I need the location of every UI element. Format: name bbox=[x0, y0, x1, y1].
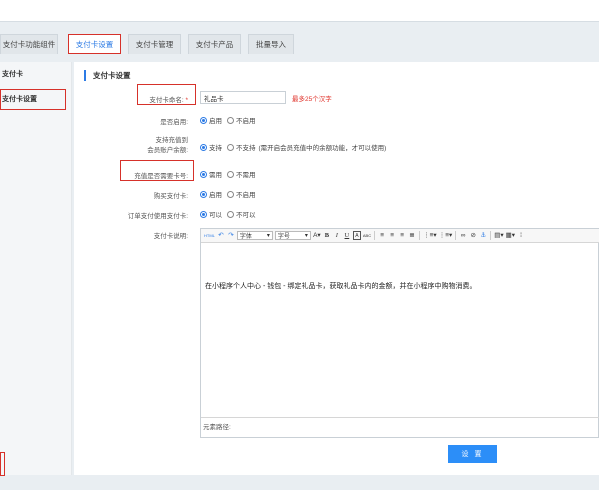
radio-checked-icon bbox=[200, 116, 207, 124]
option-label: 不启用 bbox=[236, 192, 256, 199]
option-label: 可以 bbox=[209, 212, 222, 219]
need-card-no-label: 充值是否需要卡号: bbox=[134, 173, 188, 180]
html-source-icon[interactable]: HTML bbox=[204, 231, 215, 240]
member-recharge-radio-group: 支持 不支持 (需开启会员充值中的余额功能，才可以使用) bbox=[200, 142, 386, 152]
option-label: 启用 bbox=[209, 118, 222, 125]
enabled-label: 是否启用: bbox=[160, 119, 188, 126]
order-pay-label: 订单支付使用支付卡: bbox=[127, 213, 188, 220]
editor-toolbar: HTML ↶ ↷ 字体 ▾ 字号 ▾ A▾ B I U A ABC ≡ ≡ ≡ ≣ … bbox=[201, 229, 599, 243]
undo-icon[interactable]: ↶ bbox=[217, 231, 225, 240]
radio-checked-icon bbox=[200, 210, 207, 218]
font-color-letter: A bbox=[313, 232, 318, 239]
font-family-value: 字体 bbox=[239, 234, 252, 240]
ordered-list-icon[interactable]: ⋮≡▾ bbox=[423, 231, 437, 240]
member-recharge-label: 支持充值到 会员账户余额: bbox=[147, 136, 188, 156]
align-center-icon[interactable]: ≡ bbox=[388, 231, 396, 240]
tab-card-components[interactable]: 支付卡功能组件 bbox=[0, 34, 58, 54]
font-color-icon[interactable]: A▾ bbox=[313, 231, 321, 240]
description-label: 支付卡说明: bbox=[153, 233, 188, 240]
section-title: 支付卡设置 bbox=[84, 70, 131, 81]
enabled-radio-group: 启用 不启用 bbox=[200, 115, 261, 125]
radio-unchecked-icon bbox=[227, 170, 234, 178]
sidebar-item-card[interactable]: 支付卡 bbox=[2, 68, 23, 82]
toolbar-separator bbox=[490, 231, 492, 240]
image-icon[interactable]: ▤▾ bbox=[494, 231, 503, 240]
table-icon[interactable]: ▦▾ bbox=[506, 231, 515, 240]
buy-card-radio-group: 启用 不启用 bbox=[200, 189, 261, 199]
tab-bar: 支付卡功能组件 支付卡设置 支付卡管理 支付卡产品 批量导入 bbox=[0, 34, 599, 54]
anchor-icon[interactable]: ⚓ bbox=[479, 231, 487, 240]
order-pay-option-yes[interactable]: 可以 bbox=[200, 209, 222, 219]
radio-checked-icon bbox=[200, 143, 207, 151]
member-recharge-option-no[interactable]: 不支持 bbox=[227, 142, 256, 152]
member-recharge-label-line1: 支持充值到 bbox=[155, 137, 189, 144]
submit-button[interactable]: 设 置 bbox=[448, 445, 497, 463]
option-label: 支持 bbox=[209, 145, 222, 152]
top-bar bbox=[0, 0, 599, 22]
chevron-down-icon: ▾ bbox=[266, 233, 270, 239]
order-pay-option-no[interactable]: 不可以 bbox=[227, 209, 256, 219]
card-name-label: 支付卡命名: * bbox=[149, 94, 188, 104]
option-label: 启用 bbox=[209, 192, 222, 199]
font-border-icon[interactable]: A bbox=[352, 231, 361, 240]
buy-card-label: 购买支付卡: bbox=[153, 193, 188, 200]
font-size-value: 字号 bbox=[277, 234, 290, 240]
unlink-icon[interactable]: ⊘ bbox=[469, 231, 477, 240]
font-size-select[interactable]: 字号 ▾ bbox=[274, 231, 311, 240]
radio-unchecked-icon bbox=[227, 190, 234, 198]
radio-unchecked-icon bbox=[227, 210, 234, 218]
member-recharge-label-line2: 会员账户余额: bbox=[147, 147, 188, 154]
option-label: 不支持 bbox=[236, 145, 256, 152]
align-justify-icon[interactable]: ≣ bbox=[408, 231, 416, 240]
radio-checked-icon bbox=[200, 170, 207, 178]
need-card-no-radio-group: 需用 不需用 bbox=[200, 169, 261, 179]
radio-unchecked-icon bbox=[227, 143, 234, 151]
card-name-hint: 最多25个汉字 bbox=[292, 96, 332, 103]
enabled-option-no[interactable]: 不启用 bbox=[227, 115, 256, 125]
sidebar-item-card-settings[interactable]: 支付卡设置 bbox=[2, 93, 37, 107]
bold-icon[interactable]: B bbox=[323, 231, 331, 240]
buy-card-option-yes[interactable]: 启用 bbox=[200, 189, 222, 199]
align-right-icon[interactable]: ≡ bbox=[398, 231, 406, 240]
enabled-option-yes[interactable]: 启用 bbox=[200, 115, 222, 125]
tab-card-products[interactable]: 支付卡产品 bbox=[188, 34, 241, 54]
more-icon[interactable]: ⁞ bbox=[517, 231, 525, 240]
option-label: 需用 bbox=[209, 172, 222, 179]
option-label: 不启用 bbox=[236, 118, 256, 125]
toolbar-separator bbox=[374, 231, 376, 240]
member-recharge-note: (需开启会员充值中的余额功能，才可以使用) bbox=[258, 145, 387, 152]
option-label: 不需用 bbox=[236, 172, 256, 179]
required-mark: * bbox=[185, 97, 188, 104]
member-recharge-option-yes[interactable]: 支持 bbox=[200, 142, 222, 152]
rich-text-editor[interactable]: HTML ↶ ↷ 字体 ▾ 字号 ▾ A▾ B I U A ABC ≡ ≡ ≡ ≣ … bbox=[200, 228, 599, 438]
link-icon[interactable]: ∞ bbox=[459, 231, 467, 240]
card-name-label-text: 支付卡命名: bbox=[149, 97, 184, 104]
align-left-icon[interactable]: ≡ bbox=[378, 231, 386, 240]
radio-unchecked-icon bbox=[227, 116, 234, 124]
radio-checked-icon bbox=[200, 190, 207, 198]
chevron-down-icon: ▾ bbox=[304, 233, 308, 239]
redo-icon[interactable]: ↷ bbox=[227, 231, 235, 240]
tab-bulk-import[interactable]: 批量导入 bbox=[248, 34, 294, 54]
editor-content[interactable]: 在小程序个人中心 - 钱包 - 绑定礼品卡，获取礼品卡内的金额，并在小程序中购物… bbox=[205, 281, 476, 291]
underline-icon[interactable]: U bbox=[343, 231, 351, 240]
tab-card-management[interactable]: 支付卡管理 bbox=[128, 34, 181, 54]
need-card-no-option-no[interactable]: 不需用 bbox=[227, 169, 256, 179]
clear-format-icon[interactable]: ABC bbox=[363, 231, 371, 240]
tab-card-settings[interactable]: 支付卡设置 bbox=[68, 34, 121, 54]
settings-panel: 支付卡设置 支付卡命名: * 最多25个汉字 是否启用: 启用 不启用 支持充值… bbox=[74, 62, 599, 475]
font-family-select[interactable]: 字体 ▾ bbox=[236, 231, 273, 240]
unordered-list-icon[interactable]: ⋮≡▾ bbox=[439, 231, 453, 240]
italic-icon[interactable]: I bbox=[333, 231, 341, 240]
card-name-input[interactable] bbox=[200, 91, 286, 104]
toolbar-separator bbox=[419, 231, 421, 240]
buy-card-option-no[interactable]: 不启用 bbox=[227, 189, 256, 199]
option-label: 不可以 bbox=[236, 212, 256, 219]
need-card-no-option-yes[interactable]: 需用 bbox=[200, 169, 222, 179]
element-path: 元素路径: bbox=[201, 417, 599, 437]
sidebar: 支付卡 支付卡设置 bbox=[0, 62, 72, 475]
toolbar-separator bbox=[455, 231, 457, 240]
order-pay-radio-group: 可以 不可以 bbox=[200, 209, 261, 219]
